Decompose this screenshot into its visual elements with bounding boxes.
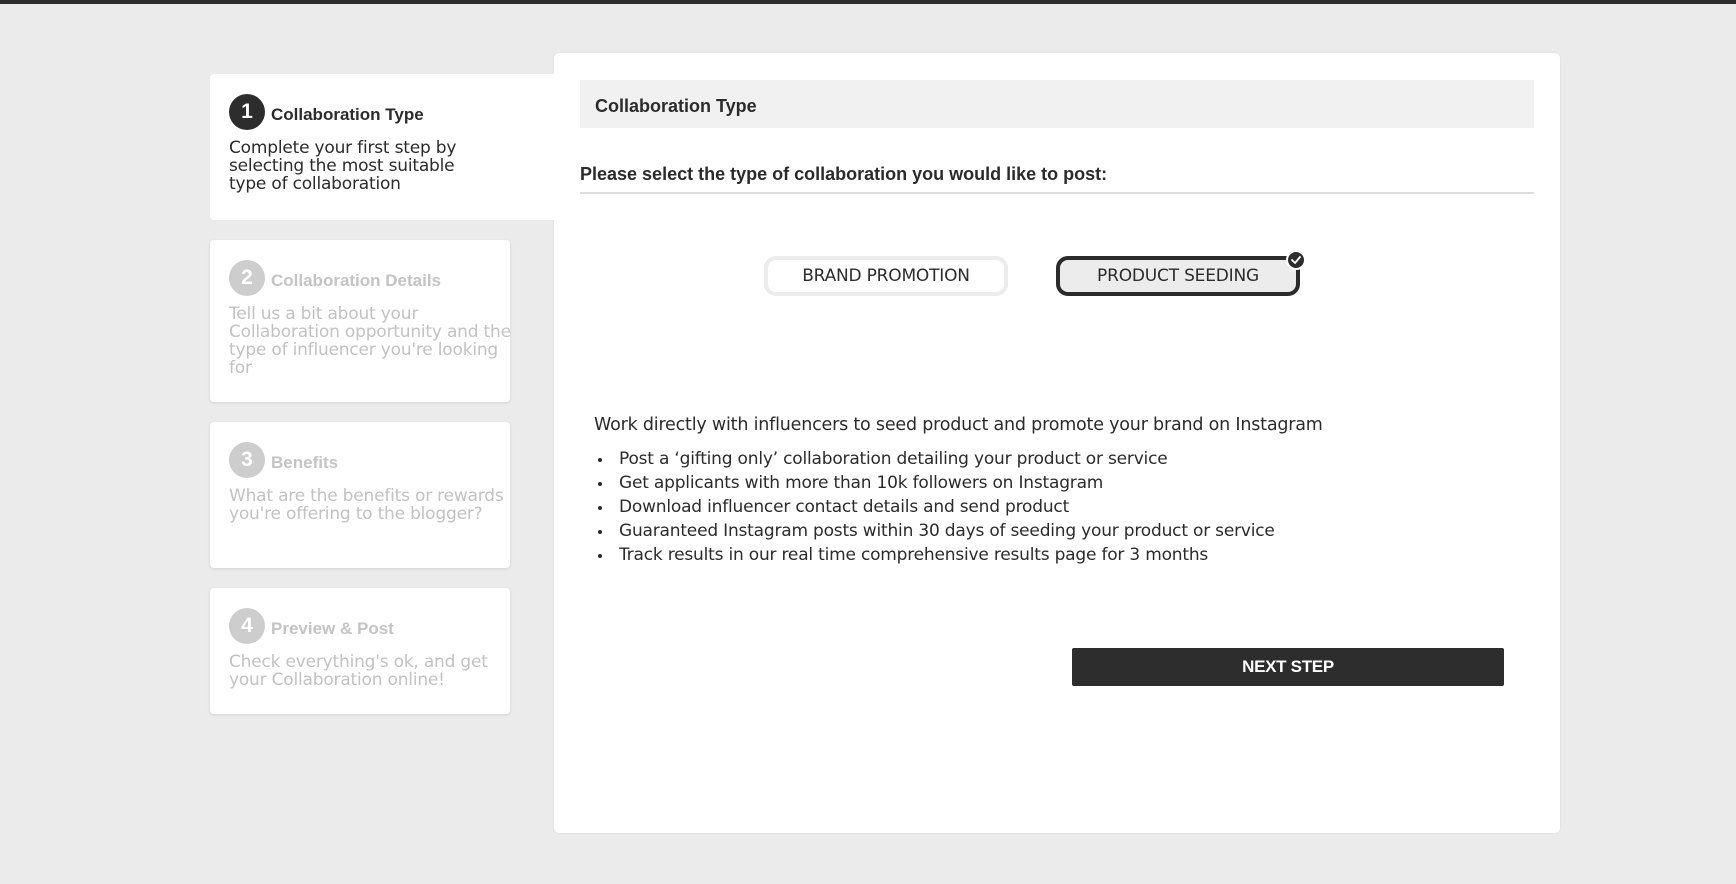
step-title: Benefits: [271, 453, 339, 472]
list-item: Post a ‘gifting only’ collaboration deta…: [594, 447, 1275, 471]
step-title: Preview & Post: [271, 619, 394, 638]
main-panel: Collaboration Type Please select the typ…: [554, 53, 1560, 833]
list-item: Download influencer contact details and …: [594, 495, 1275, 519]
list-item: Track results in our real time comprehen…: [594, 543, 1275, 567]
step-description: Complete your first step by selecting th…: [229, 138, 457, 194]
step-number-badge: 4: [229, 608, 265, 644]
check-icon: [1286, 250, 1306, 270]
brand-promotion-label: BRAND PROMOTION: [802, 266, 970, 286]
list-item: Guaranteed Instagram posts within 30 day…: [594, 519, 1275, 543]
panel-title: Collaboration Type: [580, 80, 1534, 128]
step-header: 1 Collaboration Type: [229, 94, 537, 130]
step-header: 4 Preview & Post: [229, 608, 492, 644]
collaboration-type-prompt: Please select the type of collaboration …: [580, 164, 1534, 194]
step-number-badge: 2: [229, 260, 265, 296]
product-seeding-label: PRODUCT SEEDING: [1097, 266, 1259, 286]
step-description: Tell us a bit about your Collaboration o…: [229, 304, 511, 378]
feature-list: Post a ‘gifting only’ collaboration deta…: [594, 447, 1275, 567]
next-step-button[interactable]: NEXT STEP: [1072, 648, 1504, 686]
step-title: Collaboration Details: [271, 271, 442, 290]
step-collaboration-details[interactable]: 2 Collaboration Details Tell us a bit ab…: [210, 240, 511, 402]
step-header: 3 Benefits: [229, 442, 492, 478]
step-description: Check everything's ok, and get your Coll…: [229, 652, 488, 690]
collaboration-description: Work directly with influencers to seed p…: [594, 415, 1323, 435]
list-item: Get applicants with more than 10k follow…: [594, 471, 1275, 495]
step-number-badge: 1: [229, 94, 265, 130]
step-benefits[interactable]: 3 Benefits What are the benefits or rewa…: [210, 422, 510, 568]
step-description: What are the benefits or rewards you're …: [229, 486, 504, 524]
step-preview-post[interactable]: 4 Preview & Post Check everything's ok, …: [210, 588, 510, 714]
step-header: 2 Collaboration Details: [229, 260, 492, 296]
step-number-badge: 3: [229, 442, 265, 478]
top-bar: [0, 0, 1736, 4]
product-seeding-option[interactable]: PRODUCT SEEDING: [1056, 250, 1306, 296]
step-title: Collaboration Type: [271, 105, 424, 124]
brand-promotion-option[interactable]: BRAND PROMOTION: [764, 256, 1008, 296]
step-collaboration-type[interactable]: 1 Collaboration Type Complete your first…: [210, 74, 555, 220]
